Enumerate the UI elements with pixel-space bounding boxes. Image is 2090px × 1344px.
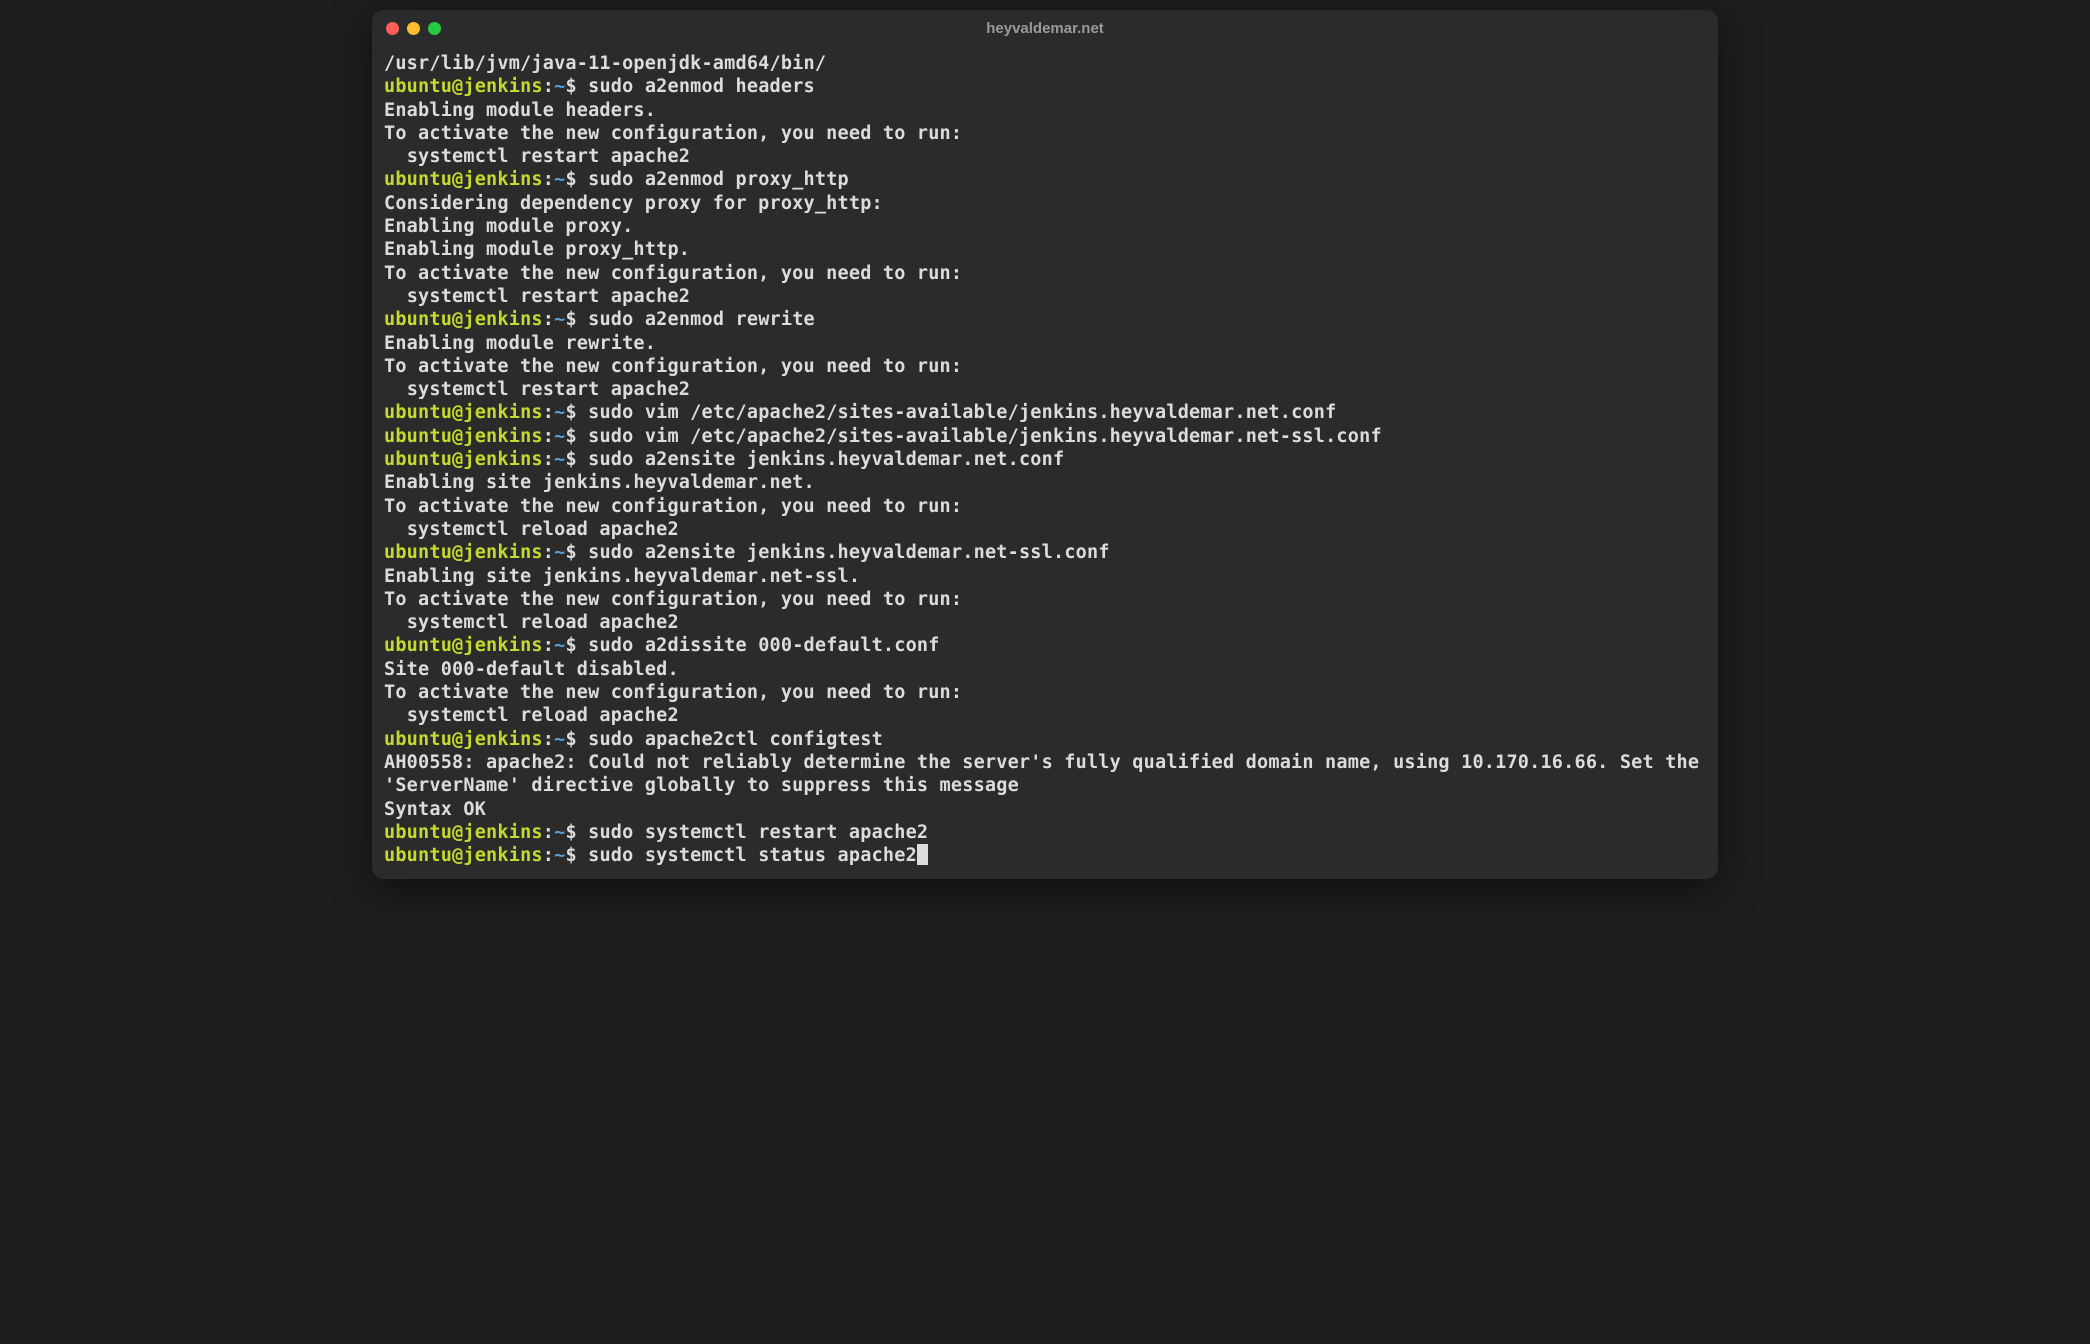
terminal-output-line: To activate the new configuration, you n… xyxy=(384,681,1706,704)
terminal-output-line: /usr/lib/jvm/java-11-openjdk-amd64/bin/ xyxy=(384,52,1706,75)
terminal-command-line: ubuntu@jenkins:~$ sudo a2enmod rewrite xyxy=(384,308,1706,331)
terminal-command-line: ubuntu@jenkins:~$ sudo a2ensite jenkins.… xyxy=(384,448,1706,471)
minimize-icon[interactable] xyxy=(407,22,420,35)
terminal-output-line: Site 000-default disabled. xyxy=(384,658,1706,681)
terminal-command-line: ubuntu@jenkins:~$ sudo a2enmod proxy_htt… xyxy=(384,168,1706,191)
window-title: heyvaldemar.net xyxy=(986,20,1104,37)
terminal-command-line: ubuntu@jenkins:~$ sudo systemctl status … xyxy=(384,844,1706,867)
terminal-output-line: To activate the new configuration, you n… xyxy=(384,588,1706,611)
terminal-command-line: ubuntu@jenkins:~$ sudo a2ensite jenkins.… xyxy=(384,541,1706,564)
terminal-command-line: ubuntu@jenkins:~$ sudo systemctl restart… xyxy=(384,821,1706,844)
terminal-command-line: ubuntu@jenkins:~$ sudo apache2ctl config… xyxy=(384,728,1706,751)
terminal-output-line: systemctl reload apache2 xyxy=(384,611,1706,634)
terminal-output-line: Considering dependency proxy for proxy_h… xyxy=(384,192,1706,215)
terminal-output-line: systemctl restart apache2 xyxy=(384,378,1706,401)
close-icon[interactable] xyxy=(386,22,399,35)
terminal-command-line: ubuntu@jenkins:~$ sudo vim /etc/apache2/… xyxy=(384,425,1706,448)
terminal-output-line: Enabling module proxy. xyxy=(384,215,1706,238)
terminal-output-line: systemctl restart apache2 xyxy=(384,285,1706,308)
traffic-lights xyxy=(386,22,441,35)
maximize-icon[interactable] xyxy=(428,22,441,35)
terminal-window: heyvaldemar.net /usr/lib/jvm/java-11-ope… xyxy=(372,10,1718,879)
terminal-output-line: To activate the new configuration, you n… xyxy=(384,495,1706,518)
cursor-icon xyxy=(917,844,928,865)
terminal-output-line: Enabling site jenkins.heyvaldemar.net. xyxy=(384,471,1706,494)
terminal-output-line: systemctl restart apache2 xyxy=(384,145,1706,168)
terminal-output-line: AH00558: apache2: Could not reliably det… xyxy=(384,751,1706,798)
terminal-command-line: ubuntu@jenkins:~$ sudo a2dissite 000-def… xyxy=(384,634,1706,657)
title-bar: heyvaldemar.net xyxy=(372,10,1718,46)
terminal-output-line: To activate the new configuration, you n… xyxy=(384,262,1706,285)
terminal-output-line: To activate the new configuration, you n… xyxy=(384,122,1706,145)
terminal-command-line: ubuntu@jenkins:~$ sudo vim /etc/apache2/… xyxy=(384,401,1706,424)
terminal-body[interactable]: /usr/lib/jvm/java-11-openjdk-amd64/bin/u… xyxy=(372,46,1718,879)
terminal-output-line: systemctl reload apache2 xyxy=(384,704,1706,727)
terminal-command-line: ubuntu@jenkins:~$ sudo a2enmod headers xyxy=(384,75,1706,98)
terminal-output-line: systemctl reload apache2 xyxy=(384,518,1706,541)
terminal-output-line: Enabling module rewrite. xyxy=(384,332,1706,355)
terminal-output-line: Enabling site jenkins.heyvaldemar.net-ss… xyxy=(384,565,1706,588)
terminal-output-line: Enabling module headers. xyxy=(384,99,1706,122)
terminal-output-line: To activate the new configuration, you n… xyxy=(384,355,1706,378)
terminal-output-line: Enabling module proxy_http. xyxy=(384,238,1706,261)
terminal-output-line: Syntax OK xyxy=(384,798,1706,821)
